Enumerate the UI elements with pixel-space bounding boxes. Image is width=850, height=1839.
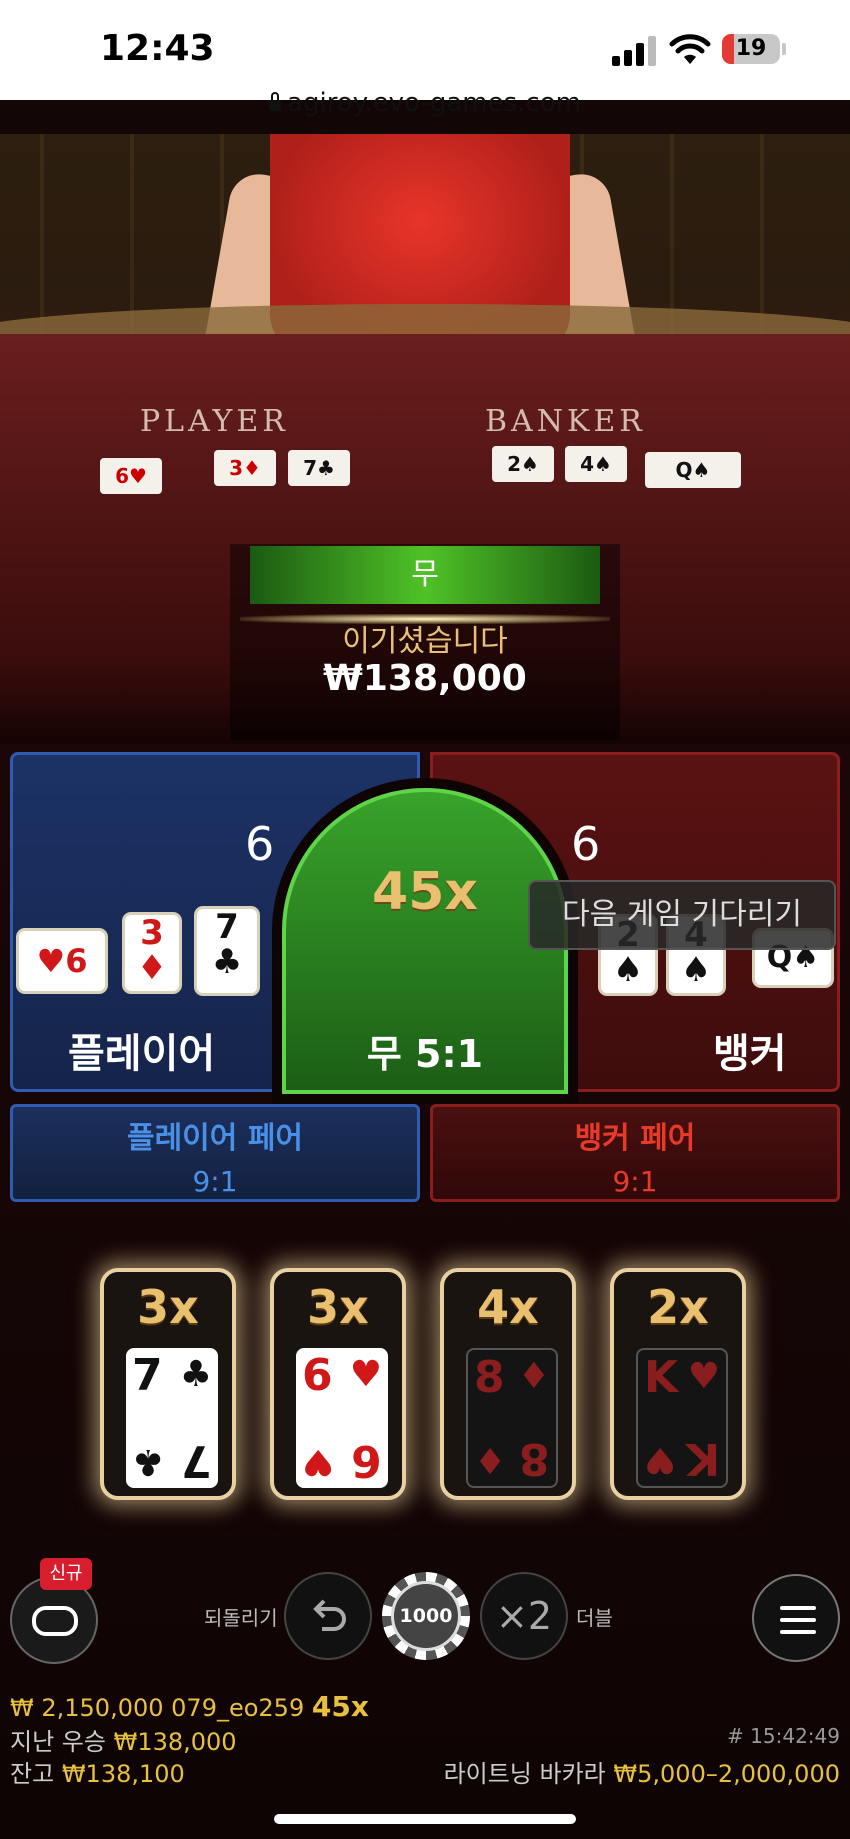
- chat-bubble-icon: [32, 1606, 78, 1636]
- status-time: 12:43: [100, 28, 215, 69]
- lightning-card: 4x 8 ♦ ♦ 8: [440, 1268, 576, 1500]
- chip-value: 1000: [391, 1581, 461, 1651]
- url-text: agiroy.evo-games.com: [287, 88, 581, 118]
- table-card: Q♠: [645, 452, 741, 488]
- banker-label: 뱅커: [713, 1031, 787, 1077]
- table-card: 4♠: [565, 446, 627, 482]
- player-pair-bet-spot[interactable]: 플레이어 페어 9:1: [10, 1104, 420, 1202]
- lightning-card: 2x K ♥ ♥ K: [610, 1268, 746, 1500]
- player-pair-label: 플레이어 페어: [126, 1121, 304, 1156]
- table-card: 3♦: [214, 450, 276, 486]
- banker-pair-odds: 9:1: [612, 1165, 658, 1198]
- table-player-label: PLAYER: [140, 404, 289, 439]
- balance-label: 잔고: [10, 1760, 55, 1788]
- undo-button[interactable]: [284, 1572, 372, 1660]
- chip-selector[interactable]: 1000: [382, 1572, 470, 1660]
- lightning-multiplier: 3x: [137, 1280, 199, 1334]
- home-indicator[interactable]: [274, 1814, 576, 1824]
- undo-label: 되돌리기: [204, 1606, 278, 1630]
- double-button[interactable]: ×2: [480, 1572, 568, 1660]
- lightning-multiplier: 2x: [647, 1280, 709, 1334]
- balance-line: 잔고 ₩138,100: [10, 1754, 185, 1789]
- last-win-label: 지난 우승: [10, 1728, 106, 1756]
- lightning-card: 3x 7 ♣ ♣ 7: [100, 1268, 236, 1500]
- lightning-multiplier: 4x: [477, 1280, 539, 1334]
- winner-line: ₩ 2,150,000 079_eo259 45x: [10, 1690, 369, 1723]
- player-card: 7 ♣: [197, 909, 257, 993]
- banker-score: 6: [571, 817, 601, 871]
- double-icon: ×2: [495, 1594, 553, 1638]
- player-card-rank: ♥6: [36, 942, 88, 980]
- live-video: PLAYER BANKER 6♥ 3♦ 7♣ 2♠ 4♠ Q♠ 무 이기셨습니다…: [0, 134, 850, 744]
- table-banker-label: BANKER: [485, 404, 646, 439]
- winner-multiplier: 45x: [311, 1690, 369, 1723]
- player-pair-odds: 9:1: [192, 1165, 238, 1198]
- double-label: 더블: [576, 1606, 613, 1630]
- win-text: 이기셨습니다: [342, 624, 508, 659]
- lightning-card-face: 6 ♥ ♥ 6: [296, 1348, 388, 1488]
- banker-pair-bet-spot[interactable]: 뱅커 페어 9:1: [430, 1104, 840, 1202]
- new-badge: 신규: [40, 1558, 92, 1590]
- win-amount: ₩138,000: [323, 658, 527, 699]
- tie-bet-spot[interactable]: 45x 무 5:1: [282, 788, 568, 1094]
- player-card: 3 ♦: [125, 915, 179, 991]
- bet-limits: ₩5,000–2,000,000: [613, 1760, 840, 1788]
- table-card: 7♣: [288, 450, 350, 486]
- table-card: 6♥: [100, 458, 162, 494]
- result-label: 무: [250, 546, 600, 604]
- wifi-icon: [669, 34, 711, 64]
- lightning-card-face: K ♥ ♥ K: [636, 1348, 728, 1488]
- tie-multiplier: 45x: [372, 862, 478, 922]
- round-id: # 15:42:49: [727, 1724, 840, 1748]
- player-card: ♥6: [19, 931, 105, 991]
- game-info: 라이트닝 바카라 ₩5,000–2,000,000: [444, 1754, 840, 1789]
- undo-arrow-icon: [313, 1599, 346, 1631]
- tie-label: 무 5:1: [366, 1032, 484, 1076]
- table-card: 2♠: [492, 446, 554, 482]
- url-bar[interactable]: agiroy.evo-games.com: [0, 88, 850, 118]
- player-score: 6: [245, 817, 275, 871]
- lightning-card: 3x 6 ♥ ♥ 6: [270, 1268, 406, 1500]
- balance-amount: ₩138,100: [61, 1760, 185, 1788]
- signal-icon: [612, 34, 660, 66]
- last-win-amount: ₩138,000: [113, 1728, 237, 1756]
- banker-pair-label: 뱅커 페어: [574, 1121, 696, 1156]
- player-label: 플레이어: [68, 1031, 216, 1077]
- last-win-line: 지난 우승 ₩138,000: [10, 1722, 237, 1757]
- battery-level: 19: [735, 36, 767, 61]
- winner-user: 079_eo259: [171, 1694, 305, 1722]
- status-bar: 12:43 19 agiroy.evo-games.com: [0, 0, 850, 118]
- lightning-multiplier: 3x: [307, 1280, 369, 1334]
- winner-amount: ₩ 2,150,000: [10, 1694, 164, 1722]
- lock-icon: [269, 92, 282, 111]
- menu-button[interactable]: [752, 1574, 840, 1662]
- game-name: 라이트닝 바카라: [443, 1760, 606, 1788]
- lightning-card-face: 7 ♣ ♣ 7: [126, 1348, 218, 1488]
- battery-icon: 19: [722, 34, 780, 64]
- lightning-card-face: 8 ♦ ♦ 8: [466, 1348, 558, 1488]
- waiting-toast: 다음 게임 기다리기: [528, 880, 836, 950]
